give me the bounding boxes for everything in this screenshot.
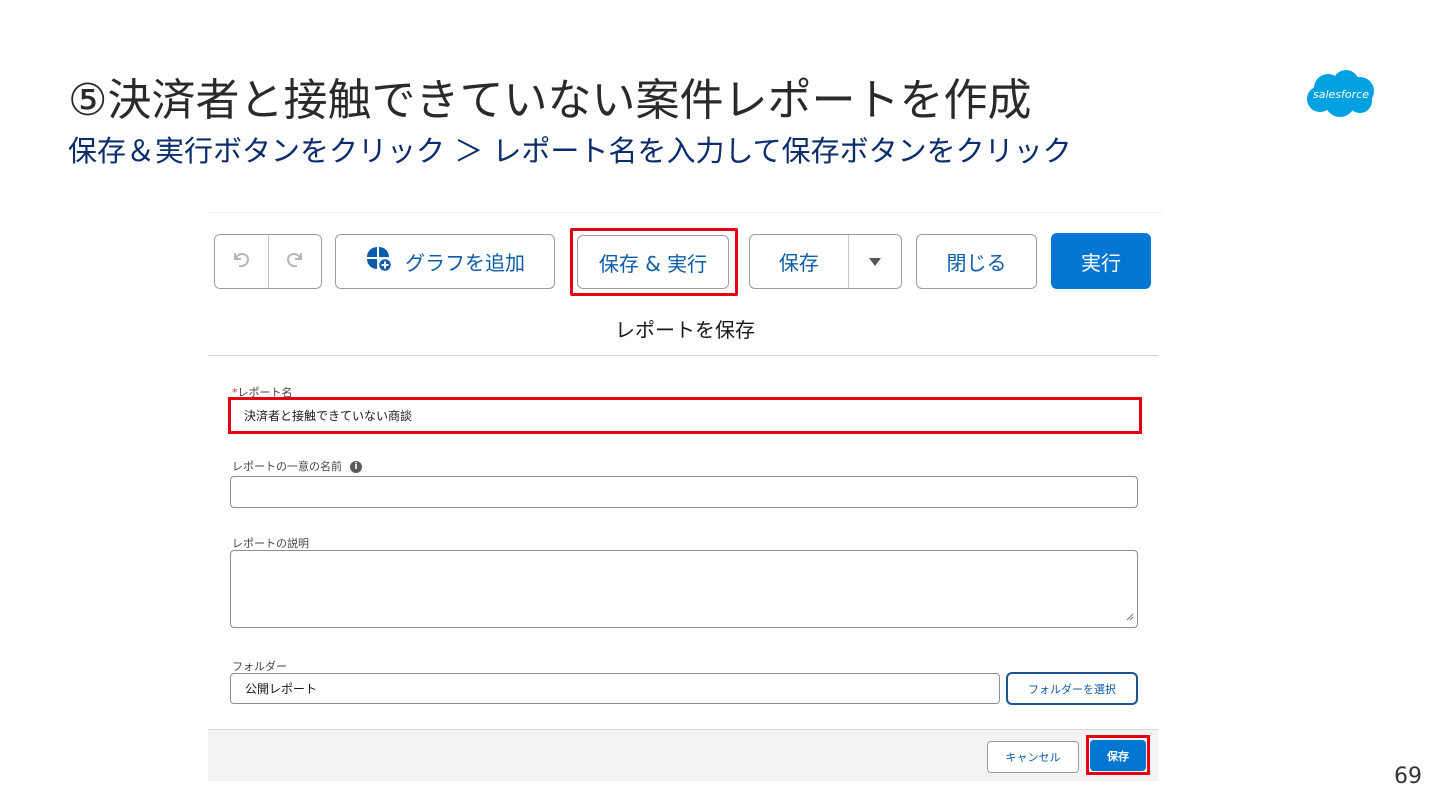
redo-button[interactable] [268, 235, 321, 288]
undo-button[interactable] [215, 235, 268, 288]
save-run-highlight: 保存 & 実行 [570, 228, 738, 296]
slide-subtitle: 保存＆実行ボタンをクリック ＞ レポート名を入力して保存ボタンをクリック [68, 134, 1072, 168]
folder-input[interactable]: 公開レポート [230, 673, 1000, 704]
save-button-group: 保存 [749, 234, 902, 289]
unique-name-input[interactable] [230, 476, 1138, 508]
description-textarea[interactable] [230, 550, 1138, 628]
folder-label: フォルダー [232, 660, 287, 673]
dialog-save-button[interactable]: 保存 [1090, 740, 1146, 771]
caret-down-icon [868, 253, 882, 271]
add-chart-icon [365, 245, 393, 278]
salesforce-screenshot: グラフを追加 保存 & 実行 保存 閉じる 実行 レポートを保存 *レポート名 … [208, 212, 1162, 781]
page-number: 69 [1394, 764, 1422, 789]
save-dropdown-button[interactable] [849, 235, 901, 288]
slide-title: ⑤決済者と接触できていない案件レポートを作成 [68, 75, 1032, 126]
dialog-title: レポートを保存 [615, 318, 755, 342]
cancel-button[interactable]: キャンセル [987, 741, 1079, 773]
logo-text: salesforce [1313, 88, 1369, 101]
undo-redo-group [214, 234, 322, 289]
save-run-button[interactable]: 保存 & 実行 [577, 235, 729, 289]
run-button[interactable]: 実行 [1051, 233, 1151, 289]
report-name-highlight [228, 397, 1142, 434]
redo-icon [282, 246, 308, 277]
save-button[interactable]: 保存 [750, 235, 848, 288]
add-chart-label: グラフを追加 [405, 251, 525, 275]
unique-name-label: レポートの一意の名前 i [232, 458, 362, 474]
salesforce-logo: salesforce [1302, 68, 1380, 120]
undo-icon [228, 246, 254, 277]
info-icon[interactable]: i [350, 461, 362, 473]
select-folder-button[interactable]: フォルダーを選択 [1006, 672, 1138, 705]
close-button[interactable]: 閉じる [916, 234, 1037, 289]
description-label: レポートの説明 [232, 537, 309, 550]
resize-handle-icon[interactable] [1126, 610, 1134, 624]
add-chart-button[interactable]: グラフを追加 [335, 234, 555, 289]
